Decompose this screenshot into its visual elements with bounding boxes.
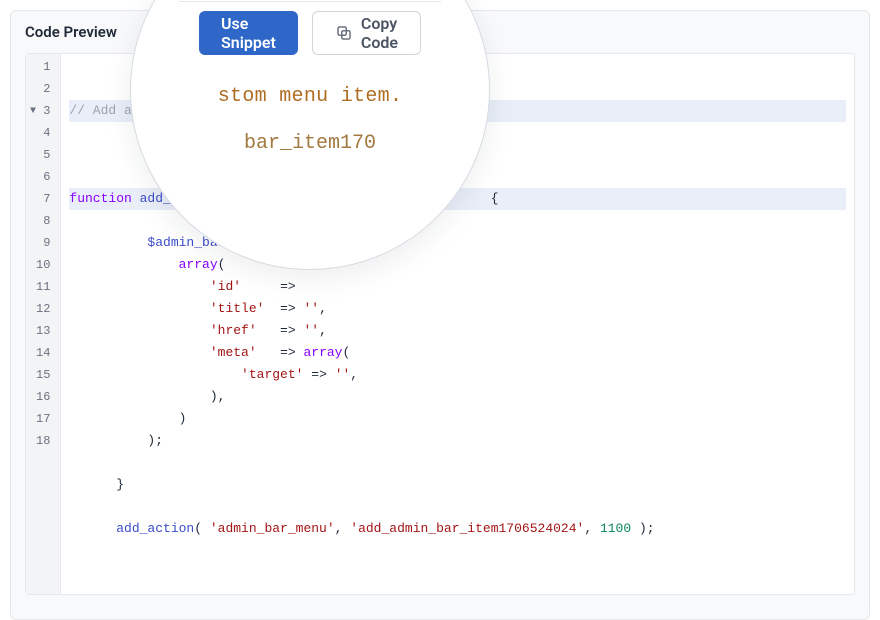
magnified-code-line-2: bar_item170: [244, 132, 376, 155]
line-number: 7: [36, 188, 50, 210]
line-number: 8: [36, 210, 50, 232]
line-gutter: ▼ 1 2 3 4 5 6 7 8 9 10 11 12 13 14 15 16…: [26, 54, 61, 594]
copy-code-button[interactable]: Copy Code: [312, 11, 421, 55]
line-number: 2: [36, 78, 50, 100]
code-line: add_action( 'admin_bar_menu', 'add_admin…: [116, 521, 654, 536]
line-number: 18: [36, 430, 50, 452]
code-line: 'target' => '',: [116, 367, 358, 382]
line-number: 15: [36, 364, 50, 386]
line-number: 12: [36, 298, 50, 320]
line-number: 3: [36, 100, 50, 122]
button-label: Copy Code: [361, 14, 398, 52]
code-line: );: [116, 433, 163, 448]
line-number: 17: [36, 408, 50, 430]
line-number: 5: [36, 144, 50, 166]
code-line: [116, 147, 124, 162]
line-number: 4: [36, 122, 50, 144]
line-number: 1: [36, 56, 50, 78]
magnified-button-row: Use Snippet Copy Code: [199, 11, 421, 55]
code-line: ): [116, 411, 186, 426]
code-line: }: [116, 477, 124, 492]
copy-icon: [335, 24, 353, 42]
use-snippet-button[interactable]: Use Snippet: [199, 11, 298, 55]
fold-triangle-icon[interactable]: ▼: [30, 101, 36, 123]
code-line: 'id' =>: [116, 279, 295, 294]
code-line: [116, 543, 124, 558]
lens-divider: [179, 1, 441, 2]
line-number: 9: [36, 232, 50, 254]
button-label: Use Snippet: [221, 14, 276, 52]
line-number: 11: [36, 276, 50, 298]
line-number: 14: [36, 342, 50, 364]
magnified-code-line-1: stom menu item.: [218, 85, 403, 108]
line-number: 10: [36, 254, 50, 276]
code-line: ),: [116, 389, 225, 404]
line-number: 16: [36, 386, 50, 408]
line-number: 6: [36, 166, 50, 188]
comment-text: // Add a: [69, 103, 131, 118]
line-number: 13: [36, 320, 50, 342]
code-line: 'title' => '',: [116, 301, 327, 316]
code-line: 'href' => '',: [116, 323, 327, 338]
code-line: 'meta' => array(: [116, 345, 350, 360]
code-line: array(: [116, 257, 225, 272]
